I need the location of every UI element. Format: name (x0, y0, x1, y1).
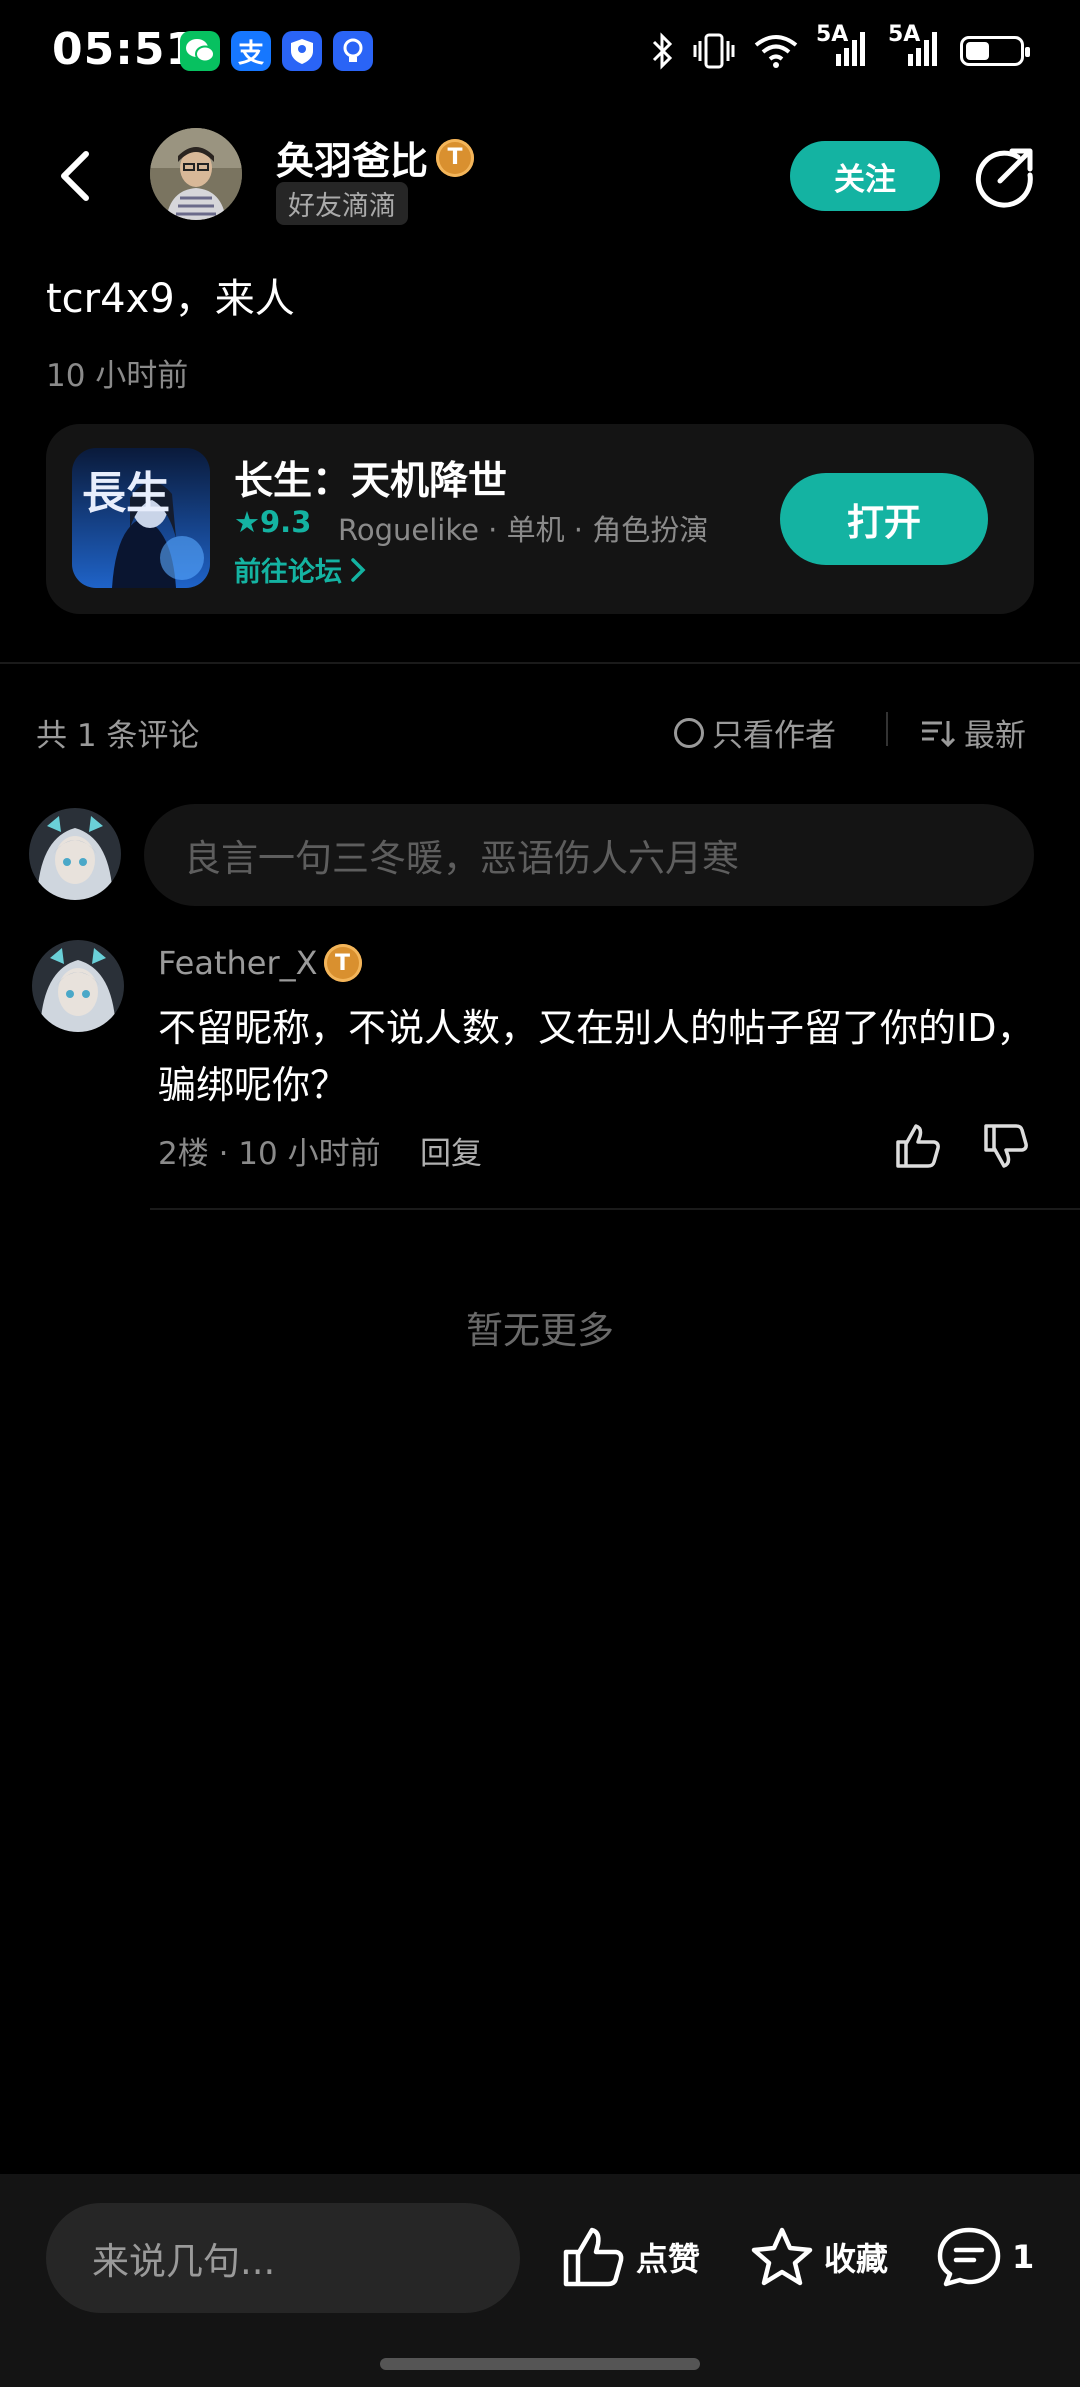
reply-button[interactable]: 回复 (420, 1128, 482, 1173)
game-title[interactable]: 长生：天机降世 (234, 450, 507, 506)
sort-toggle[interactable]: 最新 (920, 710, 1026, 755)
level-badge-icon: T (323, 944, 362, 982)
forum-link[interactable]: 前往论坛 (234, 550, 366, 589)
like-label: 点赞 (636, 2240, 701, 2278)
game-icon[interactable]: 長生 (72, 448, 210, 588)
chevron-right-icon (351, 557, 366, 582)
thumbs-up-icon[interactable] (894, 1122, 942, 1170)
author-tag: 好友滴滴 (276, 182, 408, 225)
wechat-icon (180, 31, 220, 71)
battery-icon (960, 36, 1030, 66)
author-name[interactable]: 奂羽爸比 (276, 130, 428, 185)
signal-1: 5A (816, 22, 872, 74)
status-time: 05:51 (52, 24, 198, 75)
comment-bubble-icon (937, 2227, 1001, 2287)
favorite-label: 收藏 (824, 2240, 889, 2278)
signal-2: 5A (888, 22, 944, 74)
status-icons: 5A 5A (650, 22, 1030, 74)
home-indicator[interactable] (380, 2358, 700, 2370)
bluetooth-icon (652, 32, 673, 70)
open-game-button[interactable]: 打开 (780, 473, 988, 565)
commenter-name-row: Feather_X T (158, 944, 362, 982)
bottom-comment-input[interactable]: 来说几句... (46, 2203, 520, 2313)
game-rating: ★9.3 (234, 505, 312, 539)
no-more-text: 暂无更多 (466, 1309, 614, 1352)
author-only-toggle[interactable]: 只看作者 (674, 710, 836, 755)
alipay-icon: 支 (231, 31, 271, 71)
back-icon[interactable] (56, 148, 96, 204)
comment-divider (150, 1208, 1080, 1210)
share-icon[interactable] (972, 145, 1036, 209)
radio-icon (674, 717, 704, 748)
sort-label: 最新 (964, 718, 1026, 754)
wifi-icon (754, 35, 798, 68)
like-icon (563, 2227, 624, 2287)
level-badge-icon: T (436, 138, 475, 177)
post-text: tcr4x9，来人 (46, 276, 295, 322)
my-avatar (29, 808, 121, 900)
sort-icon (922, 720, 956, 747)
comment-count-badge: 1 (1012, 2238, 1035, 2276)
thumbs-down-icon[interactable] (982, 1122, 1030, 1170)
comment-count: 共 1 条评论 (36, 718, 200, 754)
forum-link-label: 前往论坛 (234, 557, 342, 588)
svg-text:長生: 長生 (82, 468, 170, 519)
bulb-app-icon (333, 31, 373, 71)
vibrate-icon (693, 33, 735, 69)
game-tags: Roguelike · 单机 · 角色扮演 (338, 513, 709, 547)
section-divider (0, 662, 1080, 664)
commenter-avatar[interactable] (32, 940, 124, 1032)
shield-app-icon (282, 31, 322, 71)
favorite-button[interactable]: 收藏 (750, 2226, 888, 2288)
comment-meta: 2楼 · 10 小时前 (158, 1136, 381, 1172)
comments-button[interactable]: 1 (936, 2226, 1034, 2288)
author-avatar[interactable] (150, 128, 242, 220)
author-only-label: 只看作者 (712, 718, 836, 754)
author-name-row: 奂羽爸比 T (276, 130, 475, 185)
post-time: 10 小时前 (46, 358, 189, 394)
comment-input[interactable]: 良言一句三冬暖，恶语伤人六月寒 (144, 804, 1034, 906)
star-icon (751, 2227, 813, 2286)
like-button[interactable]: 点赞 (562, 2226, 700, 2288)
comment-text: 不留昵称，不说人数，又在别人的帖子留了你的ID，骗绑呢你？ (158, 1006, 1035, 1107)
header-separator (886, 712, 888, 746)
follow-button[interactable]: 关注 (790, 141, 940, 211)
commenter-name[interactable]: Feather_X (158, 944, 318, 982)
